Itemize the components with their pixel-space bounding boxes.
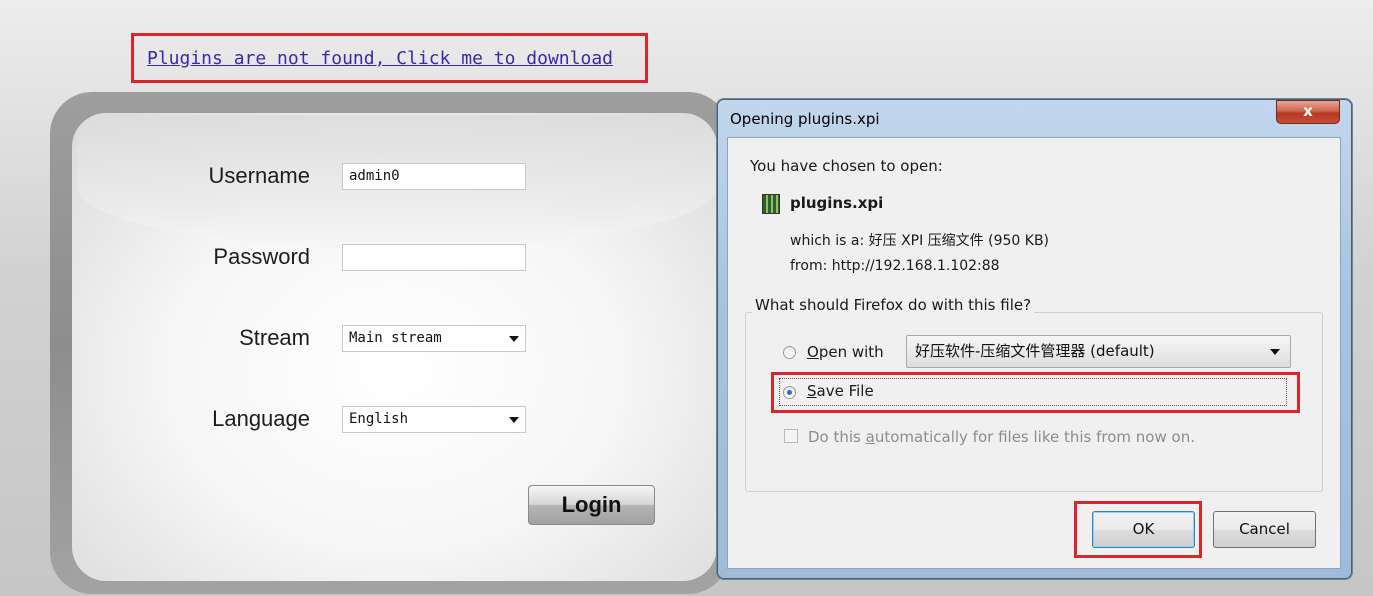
language-select-value: English: [349, 411, 409, 427]
save-file-radio[interactable]: [783, 386, 796, 399]
file-source-text: from: http://192.168.1.102:88: [790, 258, 1000, 274]
save-file-label[interactable]: Save File: [807, 382, 874, 400]
language-label: Language: [212, 406, 310, 431]
file-type-text: which is a: 好压 XPI 压缩文件 (950 KB): [790, 233, 1050, 249]
chosen-to-open-text: You have chosen to open:: [750, 157, 943, 175]
open-with-rest: pen with: [818, 343, 884, 361]
open-with-accel: O: [807, 343, 819, 361]
auto-rest: utomatically for files like this from no…: [874, 428, 1195, 446]
dialog-title: Opening plugins.xpi: [730, 110, 880, 128]
cancel-button[interactable]: Cancel: [1213, 511, 1316, 548]
auto-accel: a: [865, 428, 875, 446]
save-file-accel: S: [807, 382, 817, 400]
archive-file-icon: [762, 194, 780, 214]
stream-select[interactable]: Main stream: [342, 325, 526, 352]
save-file-rest: ave File: [816, 382, 874, 400]
open-with-app-value: 好压软件-压缩文件管理器 (default): [915, 342, 1155, 360]
chevron-down-icon: [1270, 349, 1280, 355]
open-with-app-select[interactable]: 好压软件-压缩文件管理器 (default): [906, 335, 1291, 368]
plugin-download-link[interactable]: Plugins are not found, Click me to downl…: [147, 48, 613, 69]
auto-prefix: Do this: [808, 428, 866, 446]
chevron-down-icon: [509, 417, 519, 423]
stream-label: Stream: [239, 325, 310, 350]
close-icon: x: [1303, 102, 1313, 120]
auto-checkbox[interactable]: [784, 429, 798, 443]
action-question: What should Firefox do with this file?: [752, 296, 1035, 314]
stream-select-value: Main stream: [349, 330, 442, 346]
file-name: plugins.xpi: [790, 194, 884, 212]
username-input[interactable]: admin0: [342, 163, 526, 190]
username-label: Username: [208, 163, 310, 188]
chevron-down-icon: [509, 336, 519, 342]
password-label: Password: [213, 244, 310, 269]
open-with-radio[interactable]: [783, 346, 796, 359]
password-input[interactable]: [342, 244, 526, 271]
language-select[interactable]: English: [342, 406, 526, 433]
auto-checkbox-label: Do this automatically for files like thi…: [808, 428, 1195, 446]
close-button[interactable]: x: [1276, 100, 1340, 124]
open-with-label: Open with: [807, 343, 884, 361]
ok-button[interactable]: OK: [1092, 511, 1195, 548]
login-button[interactable]: Login: [528, 485, 655, 525]
